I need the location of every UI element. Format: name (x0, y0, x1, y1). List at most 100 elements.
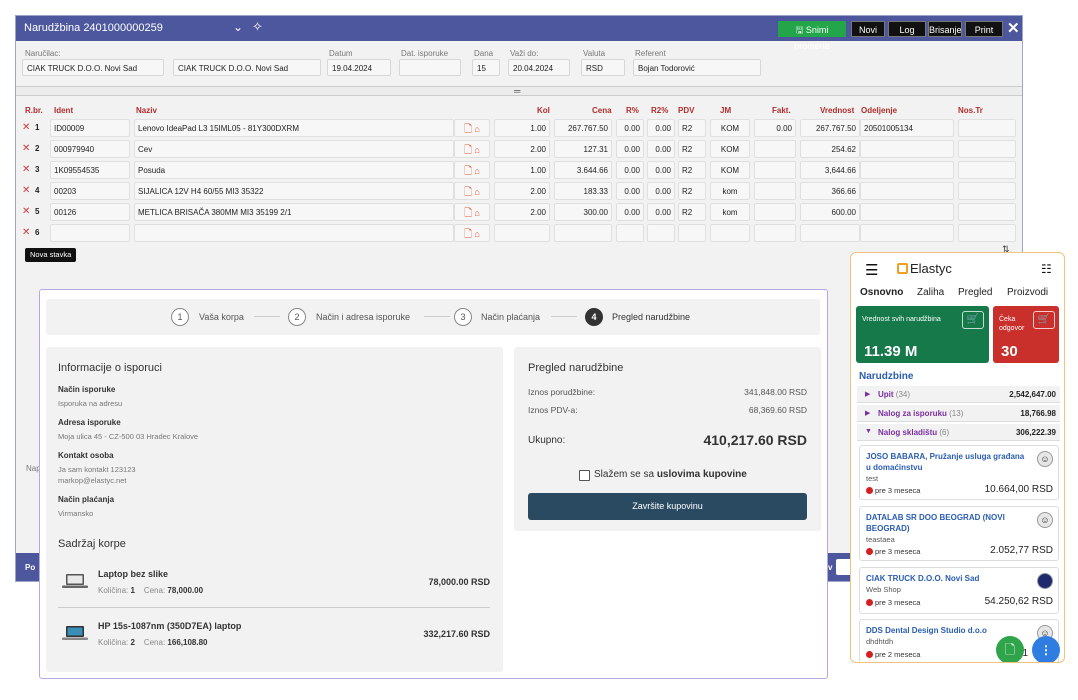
product-name[interactable]: Laptop bez slike (98, 569, 168, 579)
qty-cell[interactable]: 2.00 (494, 203, 550, 221)
document-icon[interactable]: 🗋 (464, 229, 472, 240)
warehouse-icon[interactable]: ⌂ (474, 124, 479, 134)
pdv-cell[interactable]: R2 (678, 203, 706, 221)
r2-cell[interactable]: 0.00 (647, 182, 675, 200)
step-1-circle[interactable]: 1 (171, 308, 189, 326)
delete-row-icon[interactable]: ✕ (22, 185, 30, 196)
fakt-cell[interactable] (754, 140, 796, 158)
fakt-cell[interactable]: 0.00 (754, 119, 796, 137)
filter-settings-icon[interactable]: ☷ (1041, 262, 1052, 276)
table-row[interactable]: ✕ 2 000979940 Cev 🗋 ⌂ 2.00 127.31 0.00 0… (20, 140, 1016, 160)
qty-cell[interactable]: 1.00 (494, 119, 550, 137)
add-item-button[interactable]: Nova stavka (25, 248, 77, 262)
new-button[interactable]: Novi (851, 21, 885, 37)
name-cell[interactable]: Cev (134, 140, 454, 158)
footer-dropdown-label[interactable]: v (828, 563, 832, 572)
footer-button-label[interactable]: Po (25, 563, 35, 572)
nostr-cell[interactable] (958, 182, 1016, 200)
table-row[interactable]: ✕ 6 🗋 ⌂ (20, 224, 1016, 244)
order-card[interactable]: DATALAB SR DOO BEOGRAD (NOVI BEOGRAD) ☺ … (859, 506, 1059, 561)
price-cell[interactable]: 127.31 (554, 140, 612, 158)
warehouse-icon[interactable]: ⌂ (474, 145, 479, 155)
r-cell[interactable]: 0.00 (616, 182, 644, 200)
nostr-cell[interactable] (958, 140, 1016, 158)
r-cell[interactable]: 0.00 (616, 203, 644, 221)
fakt-cell[interactable] (754, 224, 796, 242)
warehouse-icon[interactable]: ⌂ (474, 166, 479, 176)
name-cell[interactable]: Posuda (134, 161, 454, 179)
dept-cell[interactable] (860, 224, 954, 242)
chevron-down-icon[interactable]: ⌄ (233, 20, 243, 34)
r2-cell[interactable] (647, 224, 675, 242)
save-changes-button[interactable]: 🖫 Snimi promene (778, 21, 846, 51)
price-cell[interactable]: 300.00 (554, 203, 612, 221)
jm-cell[interactable]: KOM (710, 140, 750, 158)
r-cell[interactable]: 0.00 (616, 140, 644, 158)
qty-cell[interactable]: 2.00 (494, 140, 550, 158)
product-name[interactable]: HP 15s-1087nm (350D7EA) laptop (98, 621, 241, 631)
document-icon[interactable]: 🗋 (464, 145, 472, 156)
ident-cell[interactable]: 00203 (50, 182, 130, 200)
terms-link[interactable]: uslovima kupovine (657, 469, 747, 480)
r2-cell[interactable]: 0.00 (647, 119, 675, 137)
pdv-cell[interactable] (678, 224, 706, 242)
pending-orders-card[interactable]: Čeka odgovor 🛒 30 (993, 306, 1059, 363)
delete-row-icon[interactable]: ✕ (22, 164, 30, 175)
dept-cell[interactable] (860, 203, 954, 221)
fakt-cell[interactable] (754, 182, 796, 200)
price-cell[interactable]: 183.33 (554, 182, 612, 200)
pdv-cell[interactable]: R2 (678, 119, 706, 137)
document-icon[interactable]: 🗋 (464, 208, 472, 219)
nostr-cell[interactable] (958, 119, 1016, 137)
currency-field[interactable]: RSD (581, 59, 625, 76)
dept-cell[interactable] (860, 182, 954, 200)
warehouse-icon[interactable]: ⌂ (474, 208, 479, 218)
order-group-warehouse[interactable]: ▼ Nalog skladištu (6) 306,222.39 (857, 424, 1060, 441)
step-2-label[interactable]: Način i adresa isporuke (316, 312, 410, 322)
delete-row-icon[interactable]: ✕ (22, 206, 30, 217)
ident-cell[interactable] (50, 224, 130, 242)
step-3-label[interactable]: Način plaćanja (481, 312, 540, 322)
order-card[interactable]: DDS Dental Design Studio d.o.o ☺ dhdhtdh… (859, 619, 1059, 662)
delete-row-icon[interactable]: ✕ (22, 227, 30, 238)
jm-cell[interactable]: KOM (710, 161, 750, 179)
valid-until-field[interactable]: 20.04.2024 (508, 59, 570, 76)
pdv-cell[interactable]: R2 (678, 140, 706, 158)
qty-cell[interactable]: 2.00 (494, 182, 550, 200)
customer-code-field[interactable]: CIAK TRUCK D.O.O. Novi Sad (22, 59, 164, 76)
tab-zaliha[interactable]: Zaliha (917, 287, 944, 298)
qty-cell[interactable]: 1.00 (494, 161, 550, 179)
date-field[interactable]: 19.04.2024 (327, 59, 391, 76)
new-document-fab-icon[interactable]: 🗋 (996, 636, 1024, 662)
step-4-circle[interactable]: 4 (585, 308, 603, 326)
warehouse-icon[interactable]: ⌂ (474, 187, 479, 197)
nostr-cell[interactable] (958, 203, 1016, 221)
r2-cell[interactable]: 0.00 (647, 203, 675, 221)
step-2-circle[interactable]: 2 (288, 308, 306, 326)
customer-name-field[interactable]: CIAK TRUCK D.O.O. Novi Sad (173, 59, 321, 76)
pdv-cell[interactable]: R2 (678, 161, 706, 179)
r-cell[interactable]: 0.00 (616, 161, 644, 179)
document-icon[interactable]: 🗋 (464, 124, 472, 135)
nostr-cell[interactable] (958, 161, 1016, 179)
ident-cell[interactable]: 00126 (50, 203, 130, 221)
delete-row-icon[interactable]: ✕ (22, 143, 30, 154)
jm-cell[interactable]: KOM (710, 119, 750, 137)
order-card[interactable]: JOSO BABARA, Pružanje usluga građana u d… (859, 445, 1059, 500)
ident-cell[interactable]: ID00009 (50, 119, 130, 137)
jm-cell[interactable]: kom (710, 182, 750, 200)
delivery-date-field[interactable] (399, 59, 461, 76)
document-icon[interactable]: 🗋 (464, 166, 472, 177)
step-3-circle[interactable]: 3 (454, 308, 472, 326)
more-options-fab-icon[interactable]: ⋮ (1032, 636, 1060, 662)
name-cell[interactable]: SIJALICA 12V H4 60/55 MI3 35322 (134, 182, 454, 200)
jm-cell[interactable]: kom (710, 203, 750, 221)
price-cell[interactable]: 3.644.66 (554, 161, 612, 179)
name-cell[interactable]: METLICA BRISAČA 380MM MI3 35199 2/1 (134, 203, 454, 221)
hamburger-menu-icon[interactable]: ☰ (865, 261, 878, 279)
fakt-cell[interactable] (754, 161, 796, 179)
pdv-cell[interactable]: R2 (678, 182, 706, 200)
r-cell[interactable]: 0.00 (616, 119, 644, 137)
dept-cell[interactable] (860, 140, 954, 158)
order-group-delivery[interactable]: ▶ Nalog za isporuku (13) 18,766.98 (857, 405, 1060, 422)
